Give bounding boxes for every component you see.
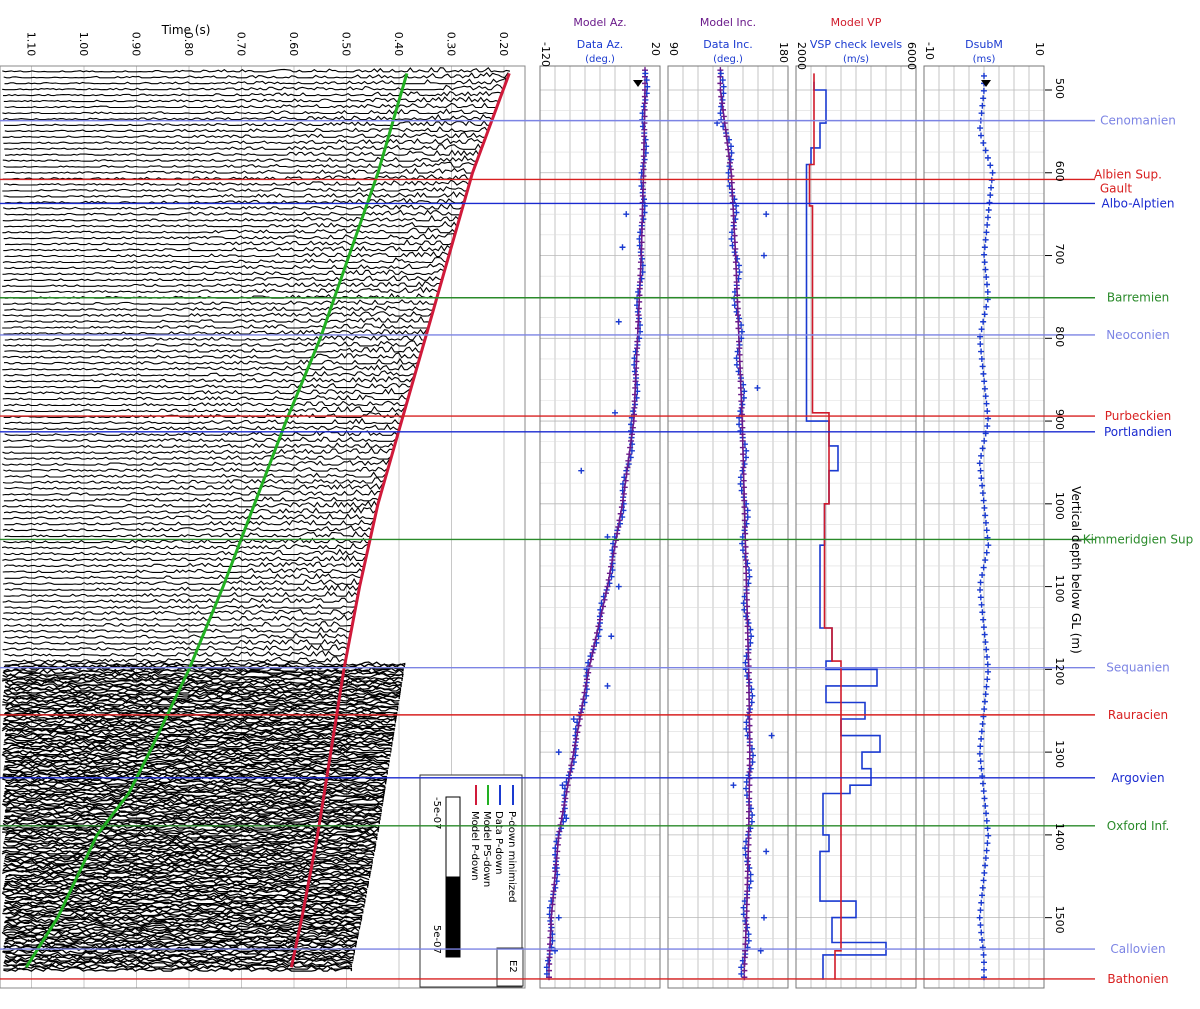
track-title-data: Data Az.: [577, 38, 624, 51]
depth-tick-label: 1400: [1053, 823, 1066, 851]
track-title-data: Data Inc.: [703, 38, 753, 51]
depth-tick-label: 500: [1053, 78, 1066, 99]
time-tick-label: 0.30: [445, 32, 458, 57]
horizon-label: Callovien: [1110, 942, 1165, 956]
time-tick-label: 0.20: [497, 32, 510, 57]
horizon-label: Argovien: [1111, 771, 1164, 785]
track-unit: (m/s): [843, 54, 869, 65]
track-tick-max: 10: [1033, 42, 1046, 56]
legend-label-p-down-minimized: P-down minimized: [506, 811, 517, 902]
track-tick-min: 90: [667, 42, 680, 56]
horizon-label: Purbeckien: [1105, 409, 1171, 423]
horizon-label: Portlandien: [1104, 425, 1172, 439]
depth-tick-label: 900: [1053, 409, 1066, 430]
track-title-data: VSP check levels: [810, 38, 902, 51]
depth-tick-label: 600: [1053, 161, 1066, 182]
time-tick-label: 1.00: [77, 32, 90, 57]
horizon-label: Barremien: [1107, 291, 1169, 305]
track-tick-min: 2000: [795, 42, 808, 70]
depth-tick-label: 700: [1053, 244, 1066, 265]
time-tick-label: 0.70: [235, 32, 248, 57]
track-unit: (ms): [973, 54, 996, 65]
horizon-label: Cenomanien: [1100, 114, 1176, 128]
time-tick-label: 0.40: [392, 32, 405, 57]
depth-tick-label: 1200: [1053, 657, 1066, 685]
depth-tick-label: 1500: [1053, 906, 1066, 934]
horizon-label: Bathonien: [1107, 972, 1168, 986]
horizon-label: Oxford Inf.: [1107, 819, 1170, 833]
time-tick-label: 1.10: [25, 32, 38, 57]
legend-label-model-ps-down: Model PS-down: [481, 811, 492, 887]
track-unit: (deg.): [713, 54, 743, 65]
depth-tick-label: 1300: [1053, 740, 1066, 768]
track-tick-min: -10: [923, 42, 936, 60]
legend-label-model-p-down: Model P-down: [469, 811, 480, 881]
horizon-label: Albo-Alptien: [1102, 196, 1175, 210]
legend-label-data-p-down: Data P-down: [493, 811, 504, 874]
legend-scale-white: [445, 796, 461, 878]
legend-scale-black: [445, 876, 461, 958]
track-title-data: DsubM: [965, 38, 1003, 51]
horizon-label: Neoconien: [1106, 328, 1170, 342]
time-tick-label: 0.90: [130, 32, 143, 57]
depth-axis-label: Vertical depth below GL (m): [1069, 486, 1083, 654]
vsp-figure: 1.10 1.00 0.90 0.80 0.70 0.60 0.50 0.40 0.30 0.20…: [0, 0, 1200, 1009]
horizon-label: Kimmeridgien Sup: [1083, 532, 1193, 546]
time-tick-label: 0.60: [287, 32, 300, 57]
time-axis-label: Time (s): [161, 23, 211, 37]
horizon-label: Rauracien: [1108, 708, 1168, 722]
track-tick-min: -120: [539, 42, 552, 67]
track-tick-max: 180: [777, 42, 790, 63]
depth-tick-label: 800: [1053, 326, 1066, 347]
track-tick-max: 20: [649, 42, 662, 56]
horizon-label: Sequanien: [1106, 661, 1170, 675]
legend-scale-min: -5e-07: [431, 797, 442, 829]
depth-tick-label: 1100: [1053, 575, 1066, 603]
track-title-model: Model Inc.: [700, 16, 756, 29]
time-tick-label: 0.50: [340, 32, 353, 57]
track-title-model: Model VP: [831, 16, 882, 29]
track-unit: (deg.): [585, 54, 615, 65]
track-tick-max: 6000: [905, 42, 918, 70]
panel-tag: E2: [507, 960, 518, 973]
track-title-model: Model Az.: [573, 16, 626, 29]
depth-tick-label: 1000: [1053, 492, 1066, 520]
